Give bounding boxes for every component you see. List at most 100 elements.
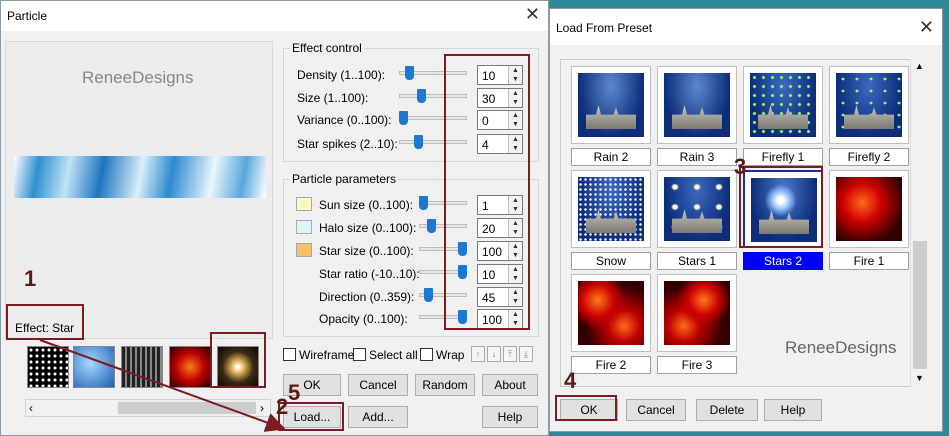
- preset-thumbnail: [578, 177, 644, 241]
- preset-item[interactable]: Firefly 2: [829, 66, 909, 166]
- preset-item-label: Fire 1: [829, 252, 909, 270]
- preset-thumbnail: [578, 73, 644, 137]
- preset-item[interactable]: Snow: [571, 170, 651, 270]
- star-spikes-slider-thumb[interactable]: [413, 135, 423, 149]
- wrap-label: Wrap: [436, 348, 465, 362]
- sun-color-swatch[interactable]: [296, 197, 312, 211]
- star-spikes-label: Star spikes (2..10):: [297, 137, 398, 151]
- scroll-up-icon[interactable]: ▲: [915, 61, 924, 71]
- about-button[interactable]: About: [482, 374, 538, 396]
- halo-size-slider-thumb[interactable]: [426, 219, 436, 233]
- annotation-box-star-thumb: [210, 332, 266, 388]
- preset-titlebar: Load From Preset ✕: [550, 9, 942, 45]
- move-bottom-icon[interactable]: ⤓: [519, 346, 533, 362]
- cancel-button[interactable]: Cancel: [348, 374, 408, 396]
- scroll-right-icon[interactable]: ›: [260, 401, 264, 415]
- preset-item-label: Rain 3: [657, 148, 737, 166]
- halo-size-label: Halo size (0..100):: [319, 221, 417, 235]
- preset-item[interactable]: Fire 1: [829, 170, 909, 270]
- annotation-number: 5: [288, 380, 301, 405]
- star-size-label: Star size (0..100):: [319, 244, 414, 258]
- preset-item-label: Snow: [571, 252, 651, 270]
- direction-slider-thumb[interactable]: [423, 288, 433, 302]
- preset-item-label: Stars 1: [657, 252, 737, 270]
- particle-titlebar: Particle ✕: [1, 1, 548, 31]
- variance-label: Variance (0..100):: [297, 113, 392, 127]
- opacity-label: Opacity (0..100):: [319, 312, 408, 326]
- random-button[interactable]: Random: [415, 374, 475, 396]
- halo-color-swatch[interactable]: [296, 220, 312, 234]
- move-top-icon[interactable]: ⤒: [503, 346, 517, 362]
- close-icon[interactable]: ✕: [919, 18, 934, 36]
- annotation-box-ok: [555, 395, 617, 421]
- preset-item[interactable]: Rain 3: [657, 66, 737, 166]
- annotation-number: 3: [734, 154, 747, 179]
- scroll-left-icon[interactable]: ‹: [29, 401, 33, 415]
- preset-item-label: Rain 2: [571, 148, 651, 166]
- annotation-number: 4: [564, 368, 577, 393]
- direction-label: Direction (0..359):: [319, 290, 415, 304]
- effect-control-title: Effect control: [290, 41, 364, 55]
- preset-help-button[interactable]: Help: [764, 399, 822, 421]
- preset-thumbnail: [578, 281, 644, 345]
- scroll-thumb[interactable]: [118, 402, 256, 414]
- wireframe-checkbox[interactable]: [283, 348, 296, 361]
- move-down-icon[interactable]: ↓: [487, 346, 501, 362]
- effect-thumb-snow[interactable]: [27, 346, 69, 388]
- sun-size-label: Sun size (0..100):: [319, 198, 414, 212]
- star-ratio-label: Star ratio (-10..10):: [319, 267, 420, 281]
- effect-thumb-rain[interactable]: [121, 346, 163, 388]
- particle-title: Particle: [7, 9, 48, 23]
- preset-scrollbar[interactable]: ▲ ▼: [910, 59, 928, 387]
- density-label: Density (1..100):: [297, 68, 386, 82]
- preset-item[interactable]: Rain 2: [571, 66, 651, 166]
- select-all-label: Select all: [369, 348, 418, 362]
- annotation-number: 1: [24, 266, 37, 291]
- size-slider-thumb[interactable]: [416, 89, 426, 103]
- sun-size-slider-thumb[interactable]: [419, 196, 429, 210]
- preset-thumbnail: [664, 281, 730, 345]
- star-color-swatch[interactable]: [296, 243, 312, 257]
- annotation-box-values: [444, 54, 530, 330]
- annotation-box-effect: [6, 304, 84, 340]
- scroll-thumb[interactable]: [913, 241, 927, 369]
- help-button[interactable]: Help: [482, 406, 538, 428]
- select-all-checkbox[interactable]: [353, 348, 366, 361]
- effect-thumb-fire[interactable]: [169, 346, 211, 388]
- preview-area: ReneeDesigns: [5, 41, 273, 339]
- add-button[interactable]: Add...: [348, 406, 408, 428]
- preset-item-label: Fire 2: [571, 356, 651, 374]
- preset-title: Load From Preset: [556, 21, 653, 35]
- close-icon[interactable]: ✕: [525, 5, 540, 23]
- preview-image: [14, 156, 266, 198]
- watermark: ReneeDesigns: [82, 68, 194, 87]
- size-label: Size (1..100):: [297, 91, 369, 105]
- preset-item-label: Firefly 1: [743, 148, 823, 166]
- preset-item-label: Stars 2: [743, 252, 823, 270]
- preset-item[interactable]: Stars 1: [657, 170, 737, 270]
- scroll-down-icon[interactable]: ▼: [915, 373, 924, 383]
- particle-params-title: Particle parameters: [290, 172, 399, 186]
- move-up-icon[interactable]: ↑: [471, 346, 485, 362]
- wireframe-label: Wireframe: [299, 348, 355, 362]
- preset-thumbnail: [750, 73, 816, 137]
- preset-thumbnail: [664, 73, 730, 137]
- density-slider-thumb[interactable]: [404, 66, 414, 80]
- preset-delete-button[interactable]: Delete: [696, 399, 758, 421]
- preset-item[interactable]: Fire 3: [657, 274, 737, 374]
- preset-item[interactable]: Fire 2: [571, 274, 651, 374]
- variance-slider-thumb[interactable]: [399, 111, 408, 125]
- preset-thumbnail: [664, 177, 730, 241]
- wrap-checkbox[interactable]: [420, 348, 433, 361]
- preset-item-label: Firefly 2: [829, 148, 909, 166]
- effects-scrollbar[interactable]: ‹ ›: [25, 399, 271, 417]
- watermark: ReneeDesigns: [785, 338, 897, 357]
- preset-cancel-button[interactable]: Cancel: [626, 399, 686, 421]
- preset-item-label: Fire 3: [657, 356, 737, 374]
- annotation-box-stars2: [739, 166, 823, 248]
- preset-item[interactable]: Firefly 1: [743, 66, 823, 166]
- preset-thumbnail: [836, 177, 902, 241]
- annotation-number: 2: [276, 394, 289, 419]
- effect-thumb-bubbles[interactable]: [73, 346, 115, 388]
- preset-thumbnail: [836, 73, 902, 137]
